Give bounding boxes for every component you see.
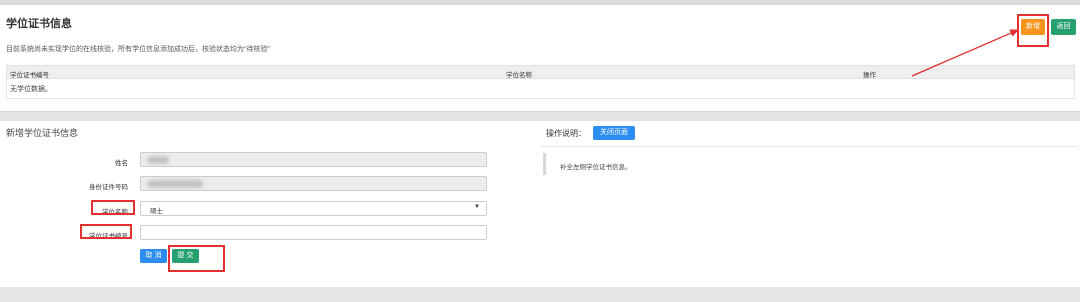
- column-degree-name: 学位名称: [506, 72, 532, 79]
- return-button[interactable]: 返回: [1051, 19, 1076, 35]
- close-page-button[interactable]: 关闭页面: [593, 126, 635, 140]
- certificate-number-input[interactable]: [140, 225, 487, 240]
- cancel-button[interactable]: 取 消: [140, 249, 167, 263]
- certificate-table-empty-row: 无学位数据。: [6, 79, 1075, 99]
- instructions-title: 操作说明：: [546, 129, 586, 138]
- certificate-table-header: 学位证书编号 学位名称 操作: [6, 65, 1075, 79]
- degree-name-select[interactable]: 硕士 ▼: [140, 201, 487, 216]
- empty-table-message: 无学位数据。: [10, 86, 52, 93]
- degree-name-highlight: [91, 200, 135, 215]
- certificate-info-title: 学位证书信息: [6, 18, 72, 30]
- column-actions: 操作: [863, 72, 876, 79]
- instructions-text: 补全左侧学位证书信息。: [560, 164, 632, 171]
- column-certificate-number: 学位证书编号: [10, 72, 49, 79]
- instructions-box: 补全左侧学位证书信息。: [543, 153, 1077, 175]
- id-number-label: 身份证件号码: [89, 184, 128, 191]
- new-certificate-title: 新增学位证书信息: [6, 128, 79, 138]
- certificate-info-panel: 学位证书信息 目前系统尚未实现学位的在线核验，所有学位信息添加成功后，核验状态均…: [0, 5, 1080, 112]
- panel-separator: [0, 113, 1080, 121]
- new-certificate-panel: 新增学位证书信息 姓名 身份证件号码 学位名称 硕士 ▼ 学位证书编号 取 消 …: [0, 121, 1080, 287]
- redacted-id-number: [147, 180, 203, 188]
- degree-name-value: 硕士: [150, 208, 163, 215]
- verification-note: 目前系统尚未实现学位的在线核验，所有学位信息添加成功后，核验状态均为“待核验”: [6, 46, 270, 53]
- name-label: 姓名: [115, 160, 128, 167]
- id-number-field: [140, 176, 487, 191]
- name-field: [140, 152, 487, 167]
- add-button-highlight: [1017, 14, 1049, 47]
- redacted-name: [147, 156, 169, 164]
- submit-highlight: [168, 245, 225, 272]
- chevron-down-icon: ▼: [474, 204, 480, 210]
- certificate-number-highlight: [80, 224, 132, 239]
- bottom-strip: [0, 288, 1080, 302]
- instructions-divider: [541, 146, 1077, 147]
